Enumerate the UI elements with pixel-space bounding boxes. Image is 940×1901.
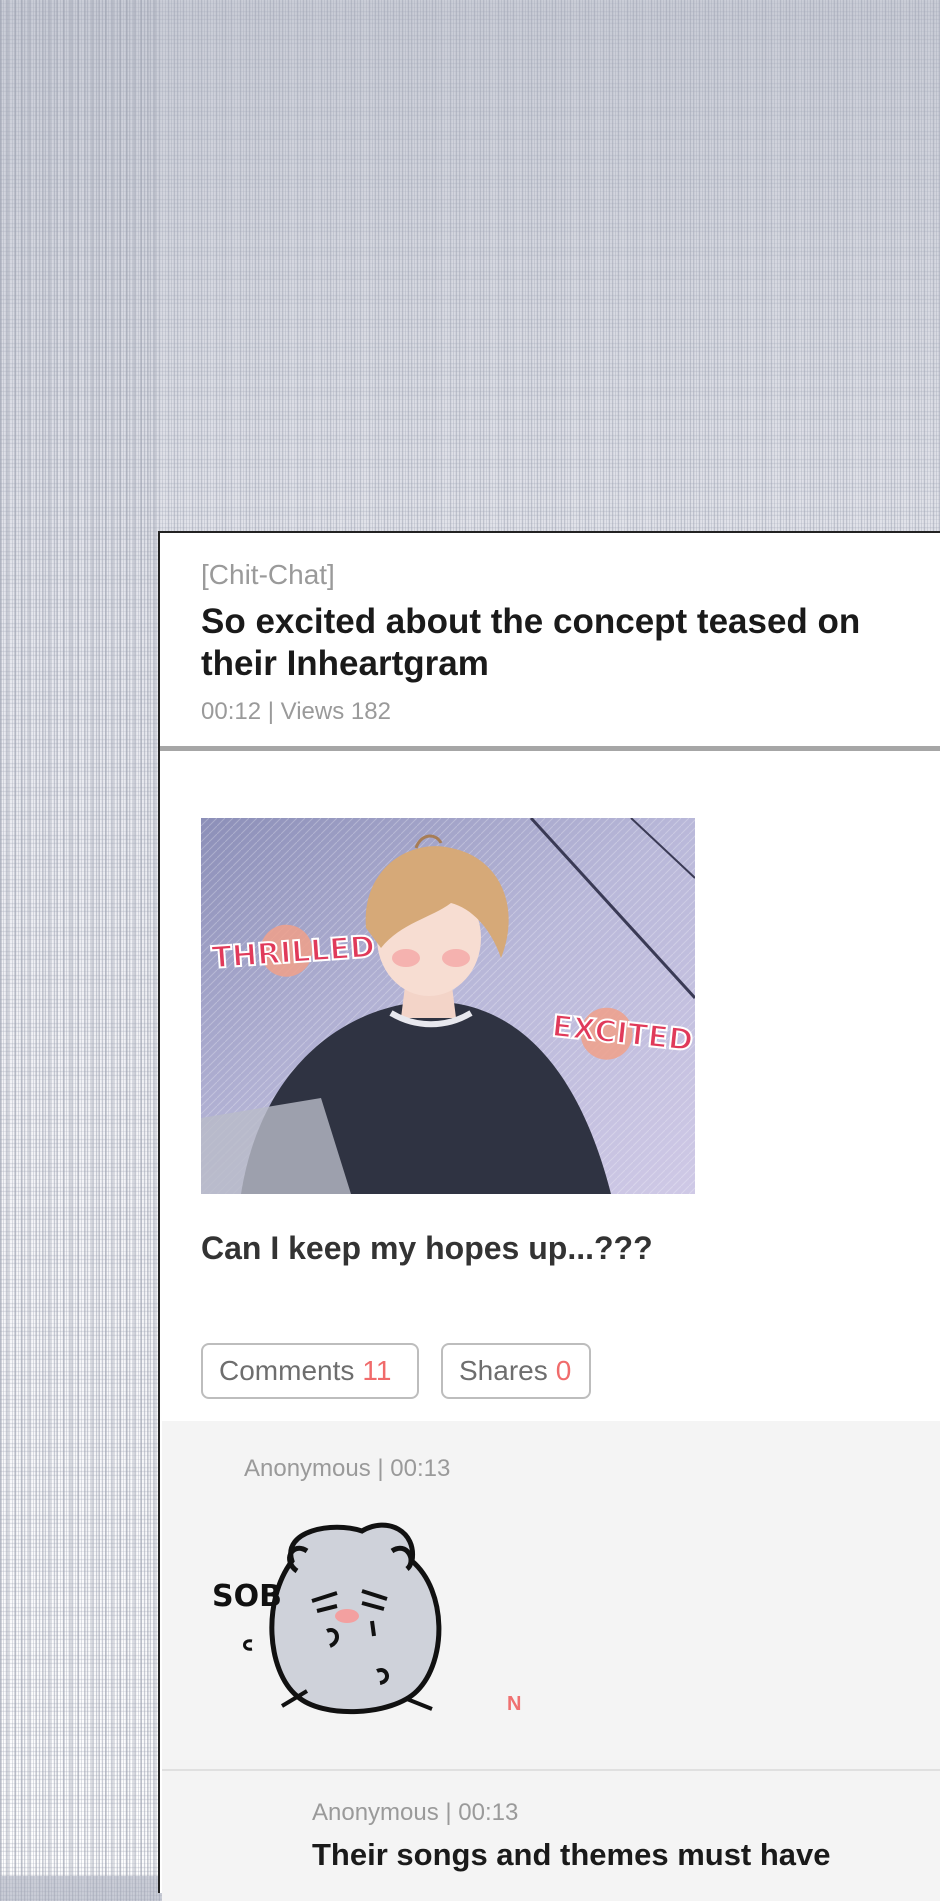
post-title: So excited about the concept teased on t… xyxy=(201,602,861,683)
shares-button[interactable]: Shares 0 xyxy=(441,1343,591,1399)
shares-label: Shares xyxy=(459,1355,548,1386)
sticker-sound-text: SOB xyxy=(212,1579,282,1614)
post-image: THRILLED EXCITED xyxy=(201,818,695,1194)
new-badge: N xyxy=(507,1693,522,1715)
comments-section: Anonymous | 00:13 SOB N Anonymous | 00:1… xyxy=(162,1421,940,1901)
comment-meta: Anonymous | 00:13 xyxy=(244,1455,451,1482)
reply-meta: Anonymous | 00:13 xyxy=(312,1799,519,1826)
post-header: [Chit-Chat] So excited about the concept… xyxy=(160,533,940,751)
post-meta: 00:12 | Views 182 xyxy=(201,698,391,725)
post-body-text: Can I keep my hopes up...??? xyxy=(201,1230,653,1266)
comments-button[interactable]: Comments 11 xyxy=(201,1343,419,1399)
comments-label: Comments xyxy=(219,1355,355,1386)
comments-count: 11 xyxy=(362,1355,392,1386)
background-speed-lines xyxy=(0,0,160,1876)
shares-count: 0 xyxy=(555,1355,572,1386)
post-category: [Chit-Chat] xyxy=(201,559,335,590)
post-panel: [Chit-Chat] So excited about the concept… xyxy=(158,531,940,1901)
comment-divider xyxy=(162,1769,940,1771)
crying-hamster-sticker-icon: SOB xyxy=(212,1521,462,1721)
reply-text: Their songs and themes must have xyxy=(312,1837,831,1872)
